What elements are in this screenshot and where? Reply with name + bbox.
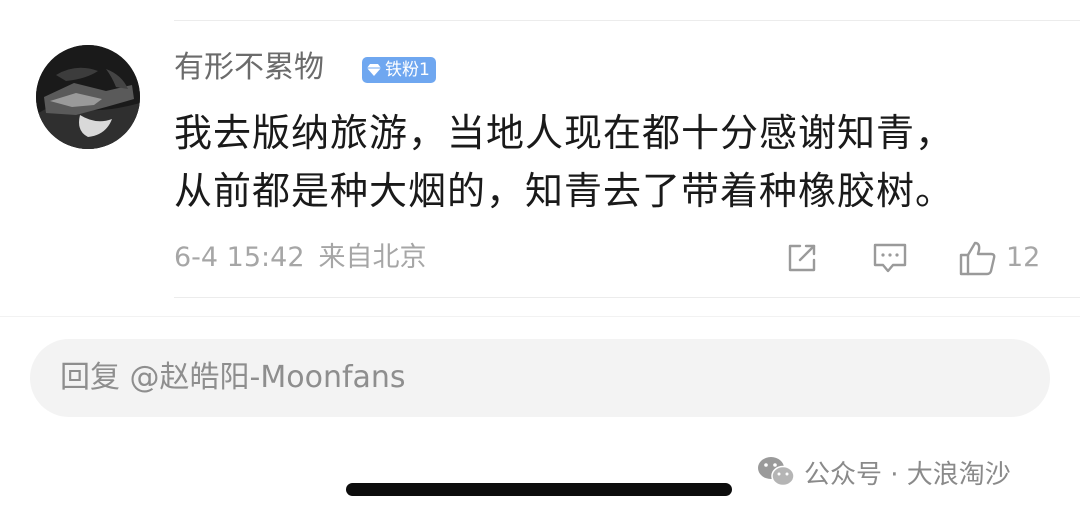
comment-meta: 6-4 15:42 来自北京 (174, 238, 427, 278)
watermark-text: 公众号 · 大浪淘沙 (804, 459, 1011, 490)
avatar[interactable] (36, 45, 140, 149)
comment-button[interactable] (871, 238, 909, 278)
comment-screen: 有形不累物 铁粉1 我去版纳旅游，当地人现在都十分感谢知青， 从前都是种大烟的，… (0, 0, 1080, 516)
share-icon (788, 244, 816, 272)
username[interactable]: 有形不累物 (174, 48, 324, 88)
fan-badge: 铁粉1 (362, 57, 436, 83)
location: 来自北京 (318, 242, 427, 273)
reply-placeholder: 回复 @赵皓阳-Moonfans (60, 360, 406, 395)
watermark: 公众号 · 大浪淘沙 (756, 452, 1011, 492)
divider (174, 297, 1080, 298)
divider (174, 20, 1080, 21)
comment-line: 我去版纳旅游，当地人现在都十分感谢知青， (174, 111, 955, 155)
like-count: 12 (1006, 242, 1041, 273)
section-separator (0, 316, 1080, 317)
timestamp: 6-4 15:42 (174, 242, 305, 273)
comment-icon (873, 243, 907, 273)
like-button[interactable]: 12 (958, 238, 1040, 278)
diamond-icon (367, 64, 381, 76)
comment-line: 从前都是种大烟的，知青去了带着种橡胶树。 (174, 169, 955, 213)
home-indicator[interactable] (346, 483, 732, 496)
thumbs-up-icon (959, 241, 996, 276)
comment-body: 我去版纳旅游，当地人现在都十分感谢知青， 从前都是种大烟的，知青去了带着种橡胶树… (174, 104, 1054, 220)
reply-input[interactable]: 回复 @赵皓阳-Moonfans (30, 339, 1050, 417)
share-button[interactable] (784, 238, 820, 278)
wechat-icon (758, 457, 795, 487)
badge-label: 铁粉1 (385, 60, 430, 80)
